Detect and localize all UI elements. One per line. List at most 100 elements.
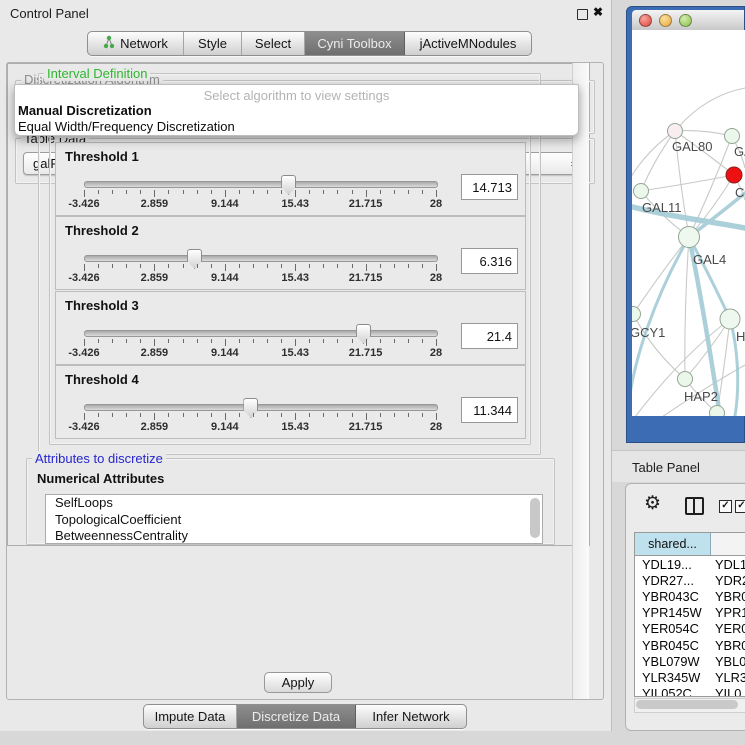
table-row[interactable]: YBR045CYBR0	[635, 637, 745, 653]
threshold-label: Threshold 2	[65, 223, 139, 238]
threshold-value-field[interactable]: 21.4	[461, 323, 518, 349]
threshold-value-field[interactable]: 14.713	[461, 174, 518, 200]
cell-shared-name[interactable]: YBL079W	[635, 654, 710, 669]
node-label: GAL4	[693, 252, 726, 267]
threshold-label: Threshold 4	[65, 372, 139, 387]
list-item[interactable]: SelfLoops	[46, 495, 542, 512]
checkbox-checked-icon[interactable]: ✓	[735, 500, 745, 513]
threshold-slider[interactable]	[84, 330, 438, 337]
slider-scale-label: 2.859	[141, 347, 169, 359]
cell-name[interactable]: YER0	[710, 621, 745, 636]
network-node[interactable]	[668, 124, 683, 139]
threshold-slider[interactable]	[84, 181, 438, 188]
tab-select[interactable]: Select	[242, 32, 305, 55]
threshold-slider[interactable]	[84, 255, 438, 262]
slider-scale-label: 21.715	[349, 198, 383, 210]
threshold-value-field[interactable]: 6.316	[461, 248, 518, 274]
slider-scale: -3.4262.8599.14415.4321.71528	[84, 198, 436, 210]
table-row[interactable]: YBL079WYBL0	[635, 653, 745, 669]
tab-impute-data[interactable]: Impute Data	[144, 705, 237, 728]
network-node[interactable]	[710, 406, 725, 417]
scrollbar-thumb[interactable]	[636, 700, 738, 709]
cell-shared-name[interactable]: YBR045C	[635, 638, 710, 653]
network-window-titlebar[interactable]	[632, 10, 744, 31]
slider-scale-label: -3.426	[68, 421, 99, 433]
tab-label: Infer Network	[372, 709, 449, 724]
numerical-attributes-list[interactable]: SelfLoopsTopologicalCoefficientBetweenne…	[45, 494, 543, 544]
cell-shared-name[interactable]: YBR043C	[635, 589, 710, 604]
columns-icon[interactable]	[685, 497, 704, 515]
float-window-icon[interactable]	[577, 9, 588, 20]
list-item[interactable]: TopologicalCoefficient	[46, 512, 542, 529]
cell-shared-name[interactable]: YDR27...	[635, 573, 710, 588]
table-row[interactable]: YER054CYER0	[635, 621, 745, 637]
table-row[interactable]: YBR043CYBR0	[635, 588, 745, 604]
slider-scale-label: -3.426	[68, 272, 99, 284]
cell-name[interactable]: YBR0	[710, 589, 745, 604]
cell-name[interactable]: YBR0	[710, 638, 745, 653]
tab-style[interactable]: Style	[184, 32, 242, 55]
tab-label: Cyni Toolbox	[317, 36, 391, 51]
node-label: GCY1	[632, 325, 665, 340]
cell-shared-name[interactable]: YLR345W	[635, 670, 710, 685]
dropdown-option-equal-width[interactable]: Equal Width/Frequency Discretization	[15, 118, 578, 134]
network-node[interactable]	[726, 167, 742, 183]
table-row[interactable]: YPR145WYPR1	[635, 605, 745, 621]
threshold-value-field[interactable]: 11.344	[461, 397, 518, 423]
tab-label: Select	[255, 36, 291, 51]
minimize-traffic-light-icon[interactable]	[659, 14, 672, 27]
tab-label: Style	[198, 36, 227, 51]
gear-icon[interactable]: ⚙	[644, 492, 661, 515]
network-node[interactable]	[678, 372, 693, 387]
slider-scale-label: 2.859	[141, 421, 169, 433]
network-node[interactable]	[720, 309, 740, 329]
cell-name[interactable]: YPR1	[710, 605, 745, 620]
network-node[interactable]	[679, 227, 700, 248]
slider-scale: -3.4262.8599.14415.4321.71528	[84, 421, 436, 433]
table-row[interactable]: YDL19...YDL1	[635, 556, 745, 572]
cell-shared-name[interactable]: YIL052C	[635, 686, 710, 696]
cell-name[interactable]: YDR2	[710, 573, 745, 588]
network-canvas[interactable]: GAL80GACGAL11GAL4GCY1HHAP2	[632, 30, 745, 416]
network-node[interactable]	[725, 129, 740, 144]
horizontal-scrollbar[interactable]	[634, 698, 745, 713]
cell-name[interactable]: YIL0	[710, 686, 741, 696]
cell-shared-name[interactable]: YPR145W	[635, 605, 710, 620]
cell-shared-name[interactable]: YER054C	[635, 621, 710, 636]
close-icon[interactable]: ✖	[593, 5, 603, 19]
column-header-shared[interactable]: shared...	[635, 533, 711, 555]
node-label: GAL11	[642, 200, 682, 215]
table-panel-window: ⚙ ✓ ✓ shared... n YDL19...YDL1YDR27...YD…	[625, 483, 745, 731]
cell-shared-name[interactable]: YDL19...	[635, 557, 710, 572]
node-label: GA	[734, 144, 745, 159]
slider-scale-label: 28	[430, 421, 442, 433]
slider-scale-label: 9.144	[211, 421, 239, 433]
network-node[interactable]	[632, 307, 641, 322]
checkbox-checked-icon[interactable]: ✓	[719, 500, 732, 513]
cell-name[interactable]: YDL1	[710, 557, 745, 572]
cell-name[interactable]: YBL0	[710, 654, 745, 669]
table-row[interactable]: YIL052CYIL0	[635, 686, 745, 697]
cell-name[interactable]: YLR3	[710, 670, 745, 685]
slider-scale-label: 15.43	[281, 198, 309, 210]
threshold-label: Threshold 3	[65, 298, 139, 313]
close-traffic-light-icon[interactable]	[639, 14, 652, 27]
tab-network[interactable]: Network	[88, 32, 184, 55]
list-scrollbar-thumb[interactable]	[530, 498, 540, 538]
slider-scale-label: 9.144	[211, 272, 239, 284]
threshold-slider[interactable]	[84, 404, 438, 411]
column-header-name[interactable]: n	[711, 533, 745, 555]
slider-scale-label: 9.144	[211, 198, 239, 210]
list-item[interactable]: BetweennessCentrality	[46, 528, 542, 544]
table-row[interactable]: YDR27...YDR2	[635, 572, 745, 588]
tab-cyni-toolbox[interactable]: Cyni Toolbox	[305, 32, 405, 55]
tab-discretize-data[interactable]: Discretize Data	[237, 705, 356, 728]
apply-button[interactable]: Apply	[264, 672, 332, 693]
tab-infer-network[interactable]: Infer Network	[356, 705, 466, 728]
table-row[interactable]: YLR345WYLR3	[635, 669, 745, 685]
tab-jactivemnodules[interactable]: jActiveMNodules	[405, 32, 531, 55]
network-node[interactable]	[634, 184, 649, 199]
network-view-window: GAL80GACGAL11GAL4GCY1HHAP2	[626, 6, 745, 443]
zoom-traffic-light-icon[interactable]	[679, 14, 692, 27]
dropdown-option-manual[interactable]: Manual Discretization	[15, 102, 578, 118]
